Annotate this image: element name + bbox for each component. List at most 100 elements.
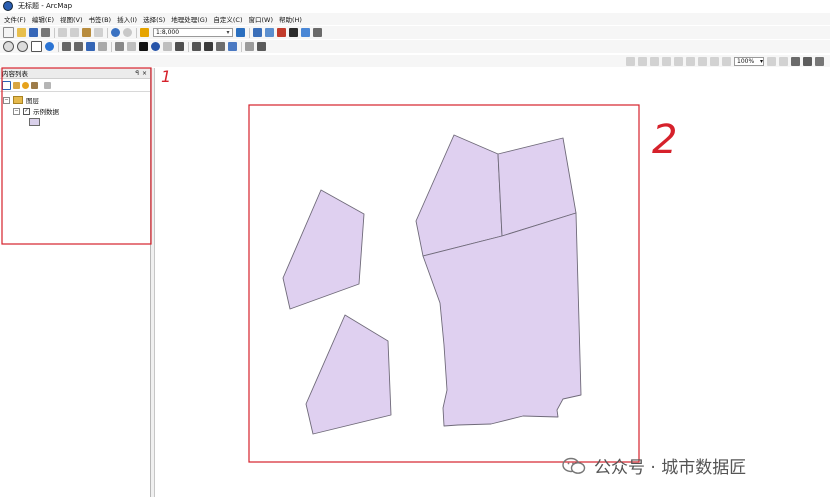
close-icon[interactable]: × — [142, 70, 147, 77]
menu-bookmarks[interactable]: 书签(B) — [89, 14, 112, 24]
collapse-icon[interactable]: − — [3, 96, 10, 104]
watermark-text: 公众号 · 城市数据匠 — [594, 458, 747, 478]
menu-help[interactable]: 帮助(H) — [279, 14, 302, 24]
forward-extent-icon[interactable] — [98, 42, 107, 51]
toolbar-separator — [111, 41, 112, 52]
open-icon[interactable] — [17, 28, 26, 37]
focus-data-frame-icon[interactable] — [779, 56, 788, 66]
toc-options-icon[interactable] — [44, 81, 51, 89]
toc-header: 内容列表 ꟼ × — [0, 68, 150, 79]
layout-zoom-out-icon[interactable] — [638, 56, 647, 66]
hyperlink-icon[interactable] — [216, 42, 225, 51]
time-slider-icon[interactable] — [245, 42, 254, 51]
menu-view[interactable]: 视图(V) — [60, 14, 83, 24]
copy-icon[interactable] — [70, 28, 79, 37]
go-to-xy-icon[interactable] — [228, 42, 237, 51]
layout-toolbar: 100% ▾ — [0, 55, 830, 67]
menu-insert[interactable]: 插入(I) — [117, 14, 137, 24]
toolbar-separator — [188, 41, 189, 52]
tree-root-row[interactable]: − 图层 — [3, 95, 39, 105]
identify-icon[interactable] — [151, 42, 160, 51]
undo-icon[interactable] — [111, 28, 120, 37]
zoom-whole-page-icon[interactable] — [662, 56, 671, 66]
html-popup-icon[interactable] — [175, 42, 184, 51]
measure-icon[interactable] — [204, 42, 213, 51]
layout-pan-icon[interactable] — [650, 56, 659, 66]
map-canvas — [282, 134, 582, 435]
toolbar-separator — [58, 41, 59, 52]
layer-name-label: 示例数据 — [33, 108, 59, 116]
model-builder-icon[interactable] — [313, 28, 322, 37]
change-layout-icon[interactable] — [791, 56, 800, 66]
pan-icon[interactable] — [31, 41, 42, 52]
search-window-icon[interactable] — [301, 28, 310, 37]
python-icon[interactable] — [289, 28, 298, 37]
editor-icon[interactable] — [236, 28, 245, 37]
zoom-out-icon[interactable] — [17, 41, 28, 52]
fixed-zoom-out-icon[interactable] — [74, 42, 83, 51]
menu-edit[interactable]: 编辑(E) — [32, 14, 54, 24]
layout-back-icon[interactable] — [710, 56, 719, 66]
new-icon[interactable] — [3, 27, 14, 38]
layout-zoom-in-icon[interactable] — [626, 56, 635, 66]
pencil-icon[interactable] — [163, 42, 172, 51]
standard-toolbar: 1:8,000 ▾ — [0, 26, 830, 39]
layout-zoom-value: 100% — [737, 57, 755, 65]
layout-fixed-in-icon[interactable] — [686, 56, 695, 66]
layout-zoom-select[interactable]: 100% ▾ — [734, 56, 764, 66]
full-extent-icon[interactable] — [45, 42, 54, 51]
watermark: 公众号 · 城市数据匠 — [562, 453, 746, 478]
clear-selection-icon[interactable] — [127, 42, 136, 51]
select-icon[interactable] — [139, 42, 148, 51]
table-icon[interactable] — [253, 28, 262, 37]
paste-icon[interactable] — [82, 28, 91, 37]
pin-icon[interactable]: ꟼ — [135, 70, 139, 77]
fixed-zoom-in-icon[interactable] — [62, 42, 71, 51]
menu-file[interactable]: 文件(F) — [4, 14, 26, 24]
layout-forward-icon[interactable] — [722, 56, 731, 66]
collapse-icon[interactable]: − — [13, 107, 20, 115]
data-driven-pages-icon[interactable] — [803, 56, 812, 66]
zoom-in-icon[interactable] — [3, 41, 14, 52]
toolbar-separator — [241, 41, 242, 52]
map-scale-select[interactable]: 1:8,000 ▾ — [153, 28, 233, 37]
list-by-visibility-icon[interactable] — [22, 81, 29, 89]
table-of-contents: 内容列表 ꟼ × − 图层 − ✓ 示例数据 — [0, 68, 151, 497]
layer-visibility-checkbox[interactable]: ✓ — [23, 107, 30, 115]
layer-symbol-swatch[interactable] — [29, 118, 40, 126]
toolbar-separator — [249, 27, 250, 38]
map-view[interactable] — [155, 68, 830, 497]
menu-geoprocessing[interactable]: 地理处理(G) — [171, 14, 207, 24]
list-by-drawing-order-icon[interactable] — [2, 80, 11, 90]
layout-options-icon[interactable] — [815, 56, 824, 66]
menu-selection[interactable]: 选择(S) — [143, 14, 165, 24]
chevron-down-icon: ▾ — [759, 57, 763, 65]
add-data-icon[interactable] — [140, 28, 149, 37]
window-title: 无标题 - ArcMap — [18, 2, 73, 10]
print-icon[interactable] — [41, 28, 50, 37]
menu-bar: 文件(F) 编辑(E) 视图(V) 书签(B) 插入(I) 选择(S) 地理处理… — [0, 13, 830, 25]
layout-fixed-out-icon[interactable] — [698, 56, 707, 66]
delete-icon[interactable] — [94, 28, 103, 37]
menu-windows[interactable]: 窗口(W) — [249, 14, 274, 24]
select-features-icon[interactable] — [115, 42, 124, 51]
toolbox-icon[interactable] — [277, 28, 286, 37]
list-by-selection-icon[interactable] — [31, 81, 38, 89]
save-icon[interactable] — [29, 28, 38, 37]
cut-icon[interactable] — [58, 28, 67, 37]
catalog-icon[interactable] — [265, 28, 274, 37]
menu-customize[interactable]: 自定义(C) — [213, 14, 242, 24]
layer-symbol-row[interactable] — [29, 118, 40, 126]
back-extent-icon[interactable] — [86, 42, 95, 51]
layers-folder-icon — [13, 96, 23, 104]
root-layer-label: 图层 — [26, 97, 39, 105]
tools-toolbar — [0, 40, 830, 53]
redo-icon[interactable] — [123, 28, 132, 37]
zoom-100-icon[interactable] — [674, 56, 683, 66]
toggle-draft-icon[interactable] — [767, 56, 776, 66]
viewer-window-icon[interactable] — [257, 42, 266, 51]
tree-layer-row[interactable]: − ✓ 示例数据 — [13, 106, 59, 116]
find-icon[interactable] — [192, 42, 201, 51]
toolbar-separator — [136, 27, 137, 38]
list-by-source-icon[interactable] — [13, 81, 20, 89]
